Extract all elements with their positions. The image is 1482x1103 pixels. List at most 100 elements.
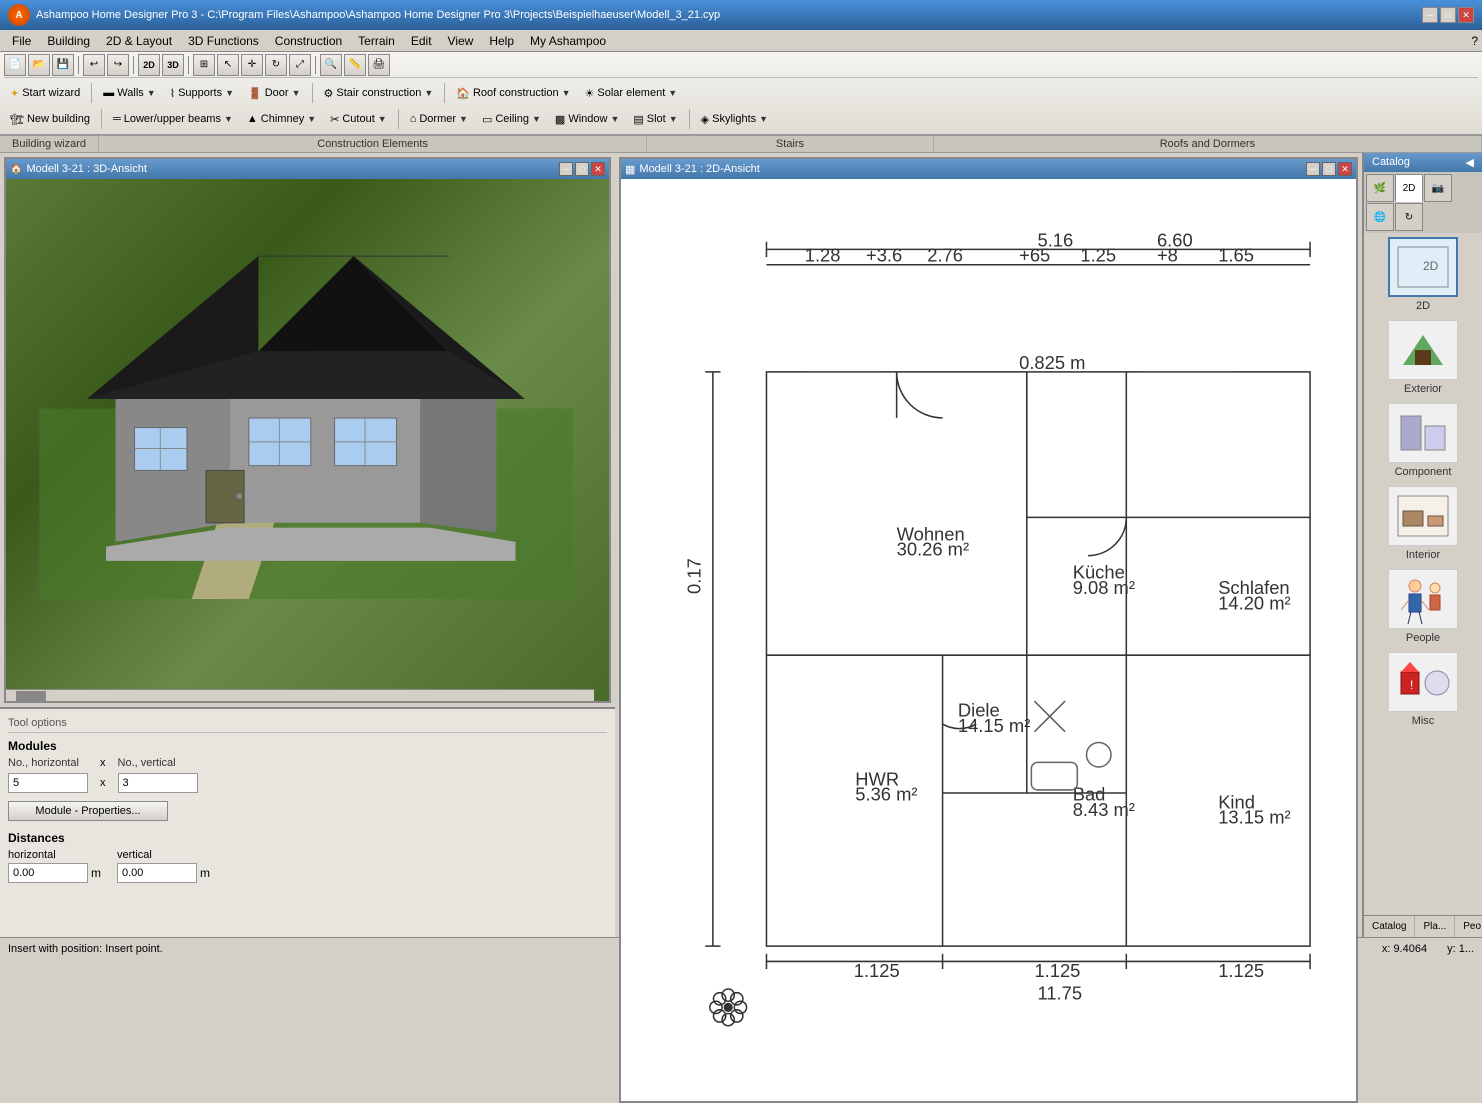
- module-properties-btn[interactable]: Module - Properties...: [8, 801, 168, 821]
- 2d-view-maximize[interactable]: □: [1322, 162, 1336, 176]
- print-btn[interactable]: 🖨: [368, 54, 390, 76]
- menu-3dfunctions[interactable]: 3D Functions: [180, 32, 267, 50]
- svg-text:2D: 2D: [1423, 259, 1439, 273]
- menu-view[interactable]: View: [440, 32, 482, 50]
- menu-myashampoo[interactable]: My Ashampoo: [522, 32, 614, 50]
- floorplan-area[interactable]: 5.16 6.60 1.28 +3.6 2.76 +65 1.25 +8 1.6…: [621, 179, 1356, 1101]
- stair-construction-btn[interactable]: ⚙ Stair construction ▼: [318, 82, 440, 104]
- new-btn[interactable]: 📄: [4, 54, 26, 76]
- menu-construction[interactable]: Construction: [267, 32, 350, 50]
- solar-element-btn[interactable]: ☀ Solar element ▼: [579, 82, 684, 104]
- open-btn[interactable]: 📂: [28, 54, 50, 76]
- catalog-tab-photo[interactable]: 📷: [1424, 174, 1452, 202]
- move-btn[interactable]: ✛: [241, 54, 263, 76]
- maximize-button[interactable]: □: [1440, 7, 1456, 23]
- no-horizontal-label: No., horizontal: [8, 757, 88, 769]
- catalog-item-exterior[interactable]: Exterior: [1368, 320, 1478, 395]
- rotate-btn[interactable]: ↻: [265, 54, 287, 76]
- 2d-view-close[interactable]: ✕: [1338, 162, 1352, 176]
- section-construction-elements: Construction Elements: [99, 136, 647, 152]
- select-btn[interactable]: ↖: [217, 54, 239, 76]
- grid-btn[interactable]: ⊞: [193, 54, 215, 76]
- menu-2dlayout[interactable]: 2D & Layout: [98, 32, 180, 50]
- redo-btn[interactable]: ↪: [107, 54, 129, 76]
- catalog-tabs: 🌿 2D 📷 🌐 ↻: [1364, 172, 1482, 233]
- horizontal-dist-input[interactable]: [8, 863, 88, 883]
- catalog-bottom-pla[interactable]: Pla...: [1415, 916, 1455, 937]
- new-building-btn[interactable]: 🏗 New building: [4, 108, 96, 130]
- chimney-btn[interactable]: ▲ Chimney ▼: [241, 108, 322, 130]
- catalog-interior-label: Interior: [1406, 549, 1440, 561]
- 3d-view-close[interactable]: ✕: [591, 162, 605, 176]
- catalog-tab-globe[interactable]: 🌐: [1366, 203, 1394, 231]
- catalog-item-people[interactable]: People: [1368, 569, 1478, 644]
- scale-btn[interactable]: ⤢: [289, 54, 311, 76]
- svg-text:+8: +8: [1157, 245, 1178, 266]
- 3d-view-content[interactable]: [6, 179, 609, 701]
- section-labels: Building wizard Construction Elements St…: [0, 136, 1482, 153]
- svg-text:0.825 m: 0.825 m: [1019, 352, 1085, 373]
- zoom-btn[interactable]: 🔍: [320, 54, 342, 76]
- walls-btn[interactable]: ▬ Walls ▼: [97, 82, 161, 104]
- catalog-tab-rotate[interactable]: ↻: [1395, 203, 1423, 231]
- door-btn[interactable]: 🚪 Door ▼: [242, 82, 306, 104]
- svg-text:14.15 m²: 14.15 m²: [958, 715, 1030, 736]
- undo-btn[interactable]: ↩: [83, 54, 105, 76]
- menu-help[interactable]: Help: [481, 32, 522, 50]
- dormer-btn[interactable]: ⌂ Dormer ▼: [404, 108, 474, 130]
- status-text: Insert with position: Insert point.: [8, 943, 163, 955]
- ceiling-btn[interactable]: ▭ Ceiling ▼: [476, 108, 547, 130]
- minimize-button[interactable]: ─: [1422, 7, 1438, 23]
- ceiling-icon: ▭: [482, 113, 492, 126]
- 3d-view-btn[interactable]: 3D: [162, 54, 184, 76]
- skylight-icon: ◈: [701, 113, 709, 126]
- catalog-item-interior[interactable]: Interior: [1368, 486, 1478, 561]
- 3d-view-maximize[interactable]: □: [575, 162, 589, 176]
- svg-text:5.36 m²: 5.36 m²: [855, 784, 917, 805]
- catalog-arrow-icon[interactable]: ◀: [1466, 156, 1474, 169]
- catalog-item-2d[interactable]: 2D 2D: [1368, 237, 1478, 312]
- catalog-bottom-peo[interactable]: Peo...: [1455, 916, 1482, 937]
- close-button[interactable]: ✕: [1458, 7, 1474, 23]
- catalog-exterior-label: Exterior: [1404, 383, 1442, 395]
- catalog-item-component[interactable]: Component: [1368, 403, 1478, 478]
- 2d-view-btn[interactable]: 2D: [138, 54, 160, 76]
- 3d-view-minimize[interactable]: ─: [559, 162, 573, 176]
- skylights-btn[interactable]: ◈ Skylights ▼: [695, 108, 774, 130]
- menu-file[interactable]: File: [4, 32, 39, 50]
- start-wizard-btn[interactable]: ✦ Start wizard: [4, 82, 86, 104]
- distances-section-title: Distances: [8, 831, 607, 845]
- roof-construction-btn[interactable]: 🏠 Roof construction ▼: [450, 82, 576, 104]
- measure-btn[interactable]: 📏: [344, 54, 366, 76]
- no-horizontal-input[interactable]: [8, 773, 88, 793]
- slot-icon: ▤: [633, 113, 643, 126]
- supports-btn[interactable]: ⌇ Supports ▼: [164, 82, 240, 104]
- menu-edit[interactable]: Edit: [403, 32, 440, 50]
- catalog-bottom-catalog[interactable]: Catalog: [1364, 916, 1415, 937]
- menu-building[interactable]: Building: [39, 32, 98, 50]
- svg-text:30.26 m²: 30.26 m²: [897, 539, 969, 560]
- beams-btn[interactable]: ═ Lower/upper beams ▼: [107, 108, 239, 130]
- save-btn[interactable]: 💾: [52, 54, 74, 76]
- menu-terrain[interactable]: Terrain: [350, 32, 403, 50]
- catalog-item-misc[interactable]: ! Misc: [1368, 652, 1478, 727]
- catalog-tab-2d[interactable]: 2D: [1395, 174, 1423, 202]
- vertical-dist-input[interactable]: [117, 863, 197, 883]
- title-bar: A Ashampoo Home Designer Pro 3 - C:\Prog…: [0, 0, 1482, 30]
- 2d-view-area: ▦ Modell 3-21 : 2D-Ansicht ─ □ ✕: [615, 153, 1362, 937]
- slot-btn[interactable]: ▤ Slot ▼: [627, 108, 683, 130]
- 2d-view-minimize[interactable]: ─: [1306, 162, 1320, 176]
- help-icon[interactable]: ?: [1471, 34, 1478, 48]
- svg-text:2.76: 2.76: [927, 245, 963, 266]
- 3d-view-icon: 🏠: [10, 164, 22, 175]
- 3d-view-title: Modell 3-21 : 3D-Ansicht: [26, 163, 146, 175]
- catalog-tab-leaf[interactable]: 🌿: [1366, 174, 1394, 202]
- dormer-icon: ⌂: [410, 113, 417, 125]
- no-vertical-input[interactable]: [118, 773, 198, 793]
- menu-bar: File Building 2D & Layout 3D Functions C…: [0, 30, 1482, 52]
- svg-text:1.125: 1.125: [854, 960, 900, 981]
- section-roofs: Roofs and Dormers: [934, 136, 1482, 152]
- cutout-btn[interactable]: ✂ Cutout ▼: [324, 108, 393, 130]
- window-btn[interactable]: ▩ Window ▼: [549, 108, 625, 130]
- svg-text:13.15 m²: 13.15 m²: [1218, 807, 1290, 828]
